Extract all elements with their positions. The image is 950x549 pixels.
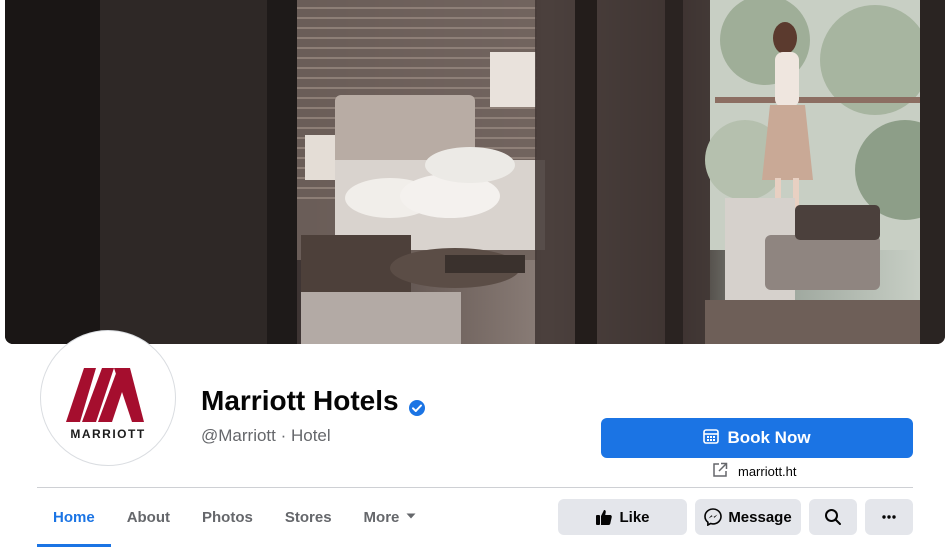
cover-photo[interactable]	[5, 0, 945, 344]
tab-stores-label: Stores	[284, 508, 332, 526]
caret-down-icon	[405, 509, 417, 526]
logo-wordmark: MARRIOTT	[70, 427, 146, 441]
website-link[interactable]: marriott.ht	[712, 462, 797, 481]
tab-more-label: More	[363, 508, 400, 526]
page-avatar[interactable]: MARRIOTT	[40, 330, 176, 466]
more-options-button[interactable]	[865, 499, 913, 535]
book-now-button[interactable]: Book Now	[601, 418, 913, 458]
book-now-label: Book Now	[727, 428, 811, 447]
calendar-icon	[703, 428, 720, 449]
tab-about-label: About	[126, 508, 171, 526]
messenger-icon	[704, 508, 723, 526]
page-actions: Like Message	[558, 499, 913, 535]
marriott-m-logo-icon	[66, 368, 144, 422]
tab-home[interactable]: Home	[37, 488, 111, 547]
marriott-logo: MARRIOTT	[44, 334, 172, 462]
page-tabs: Home About Photos Stores More	[37, 488, 433, 548]
tab-photos[interactable]: Photos	[186, 488, 269, 546]
tab-photos-label: Photos	[202, 508, 253, 526]
tab-stores[interactable]: Stores	[269, 488, 348, 546]
external-link-icon	[712, 462, 728, 481]
tab-more[interactable]: More	[348, 488, 434, 546]
tab-home-label: Home	[53, 508, 95, 526]
cover-photo-illustration	[5, 0, 945, 344]
like-button[interactable]: Like	[558, 499, 687, 535]
like-label: Like	[619, 508, 650, 526]
page-title: Marriott Hotels	[201, 385, 426, 417]
ellipsis-icon	[880, 508, 898, 526]
website-url: marriott.ht	[738, 464, 797, 479]
thumbs-up-icon	[595, 508, 613, 526]
message-label: Message	[728, 508, 792, 526]
page-name-text: Marriott Hotels	[201, 385, 399, 416]
verified-badge-icon	[408, 392, 426, 416]
search-button[interactable]	[809, 499, 857, 535]
message-button[interactable]: Message	[695, 499, 801, 535]
tab-about[interactable]: About	[111, 488, 186, 546]
page-handle-category: @Marriott · Hotel	[201, 426, 331, 445]
search-icon	[824, 508, 842, 526]
